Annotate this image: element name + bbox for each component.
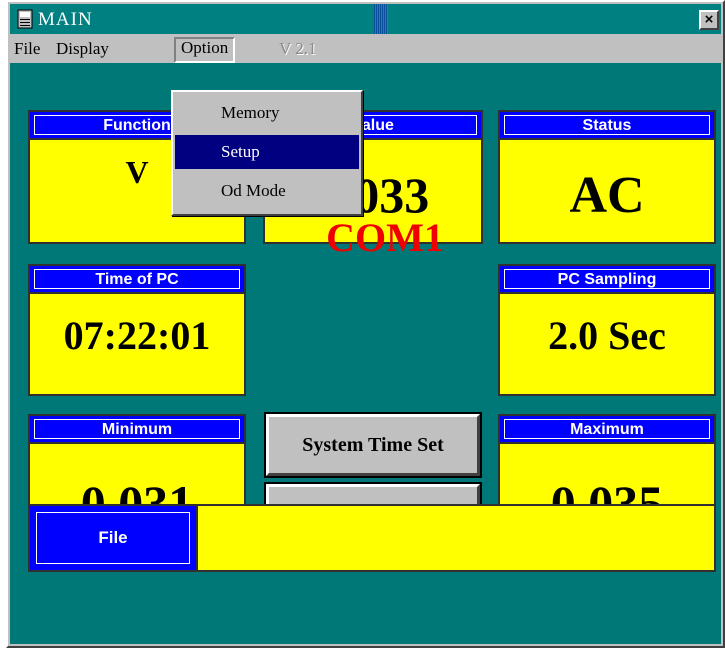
menu-option[interactable]: Option: [174, 37, 236, 63]
file-panel: File: [28, 504, 716, 572]
status-label: Status: [504, 115, 710, 135]
option-dropdown-menu: Memory Setup Od Mode: [171, 90, 363, 216]
time-of-pc-panel: Time of PC 07:22:01: [28, 264, 246, 396]
menu-bar: File Display Option V 2.1: [10, 35, 721, 63]
menu-item-memory[interactable]: Memory: [175, 96, 359, 130]
menu-item-od-mode[interactable]: Od Mode: [175, 174, 359, 208]
maximum-label: Maximum: [504, 419, 710, 439]
title-grip: [374, 4, 388, 34]
file-label-box: File: [28, 504, 198, 572]
pc-sampling-panel: PC Sampling 2.0 Sec: [498, 264, 716, 396]
time-of-pc-label: Time of PC: [34, 269, 240, 289]
status-panel: Status AC: [498, 110, 716, 244]
com-port-label: COM1: [326, 215, 444, 260]
time-of-pc-value: 07:22:01: [63, 313, 211, 358]
minimum-label-box: Minimum: [28, 414, 246, 444]
status-value: AC: [569, 167, 645, 224]
pc-sampling-label-box: PC Sampling: [498, 264, 716, 294]
status-label-box: Status: [498, 110, 716, 140]
menu-file[interactable]: File: [14, 38, 40, 60]
app-window-icon: [17, 9, 33, 29]
menu-display[interactable]: Display: [56, 38, 109, 60]
pc-sampling-label: PC Sampling: [504, 269, 710, 289]
title-bar[interactable]: MAIN ×: [10, 4, 721, 34]
close-icon[interactable]: ×: [699, 10, 719, 30]
minimum-label: Minimum: [34, 419, 240, 439]
version-label: V 2.1: [279, 39, 317, 58]
file-label: File: [36, 512, 190, 564]
file-path-field: [202, 506, 714, 570]
system-time-set-button[interactable]: System Time Set: [264, 412, 482, 478]
pc-sampling-value: 2.0 Sec: [548, 313, 666, 358]
time-of-pc-label-box: Time of PC: [28, 264, 246, 294]
menu-item-setup[interactable]: Setup: [175, 135, 359, 169]
window-title: MAIN: [38, 9, 93, 30]
maximum-label-box: Maximum: [498, 414, 716, 444]
